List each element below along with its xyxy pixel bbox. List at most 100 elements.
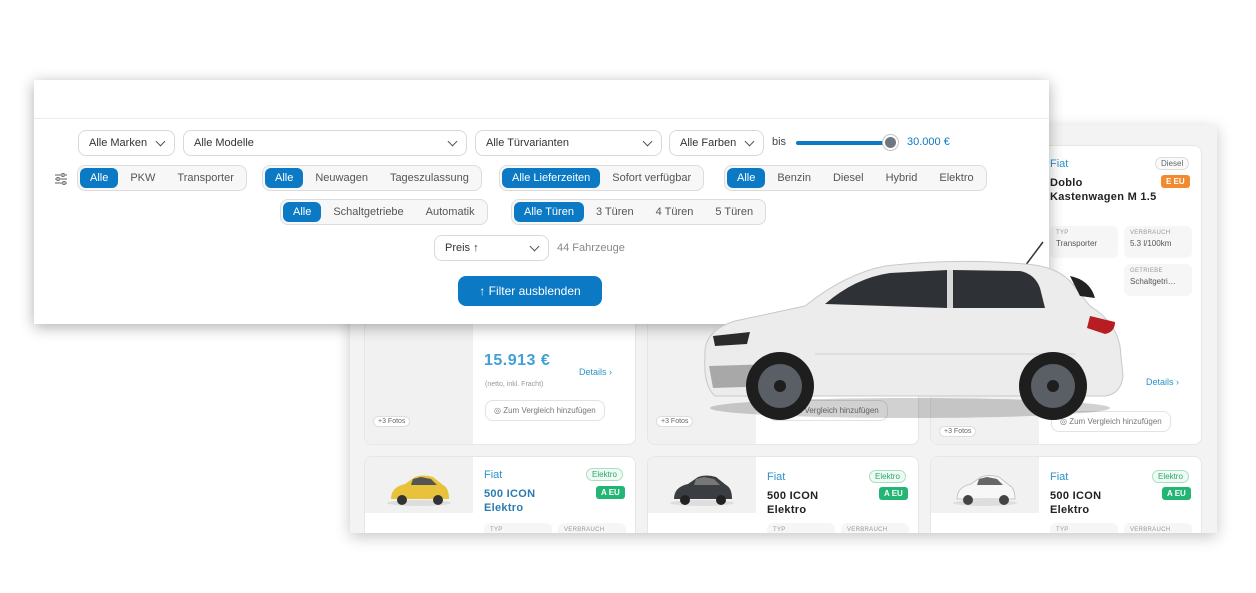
fuel-option[interactable]: Hybrid — [876, 168, 928, 188]
door-variant-select[interactable]: Alle Türvarianten — [475, 130, 662, 156]
make-select[interactable]: Alle Marken — [78, 130, 175, 156]
photo-count-badge[interactable]: +3 Fotos — [939, 426, 977, 437]
price-note: (netto, inkl. Fracht) — [485, 381, 544, 388]
eye-icon: ◎ — [494, 406, 501, 415]
details-label: Details — [579, 367, 607, 377]
spec-label: VERBRAUCH — [847, 527, 888, 533]
chevron-down-icon — [155, 136, 166, 146]
body-type-option[interactable]: Alle — [80, 168, 119, 188]
body-type-segmented: Alle PKW Transporter — [77, 165, 247, 191]
delivery-segmented: Alle Lieferzeiten Sofort verfügbar — [499, 165, 705, 191]
chevron-down-icon — [447, 136, 458, 146]
spec-value: Schaltgetri… — [1130, 277, 1176, 286]
spec-label: VERBRAUCH — [1130, 527, 1171, 533]
delivery-option[interactable]: Alle Lieferzeiten — [502, 168, 601, 188]
condition-segmented: Alle Neuwagen Tageszulassung — [262, 165, 482, 191]
color-select[interactable]: Alle Farben — [669, 130, 764, 156]
vehicle-brand: Fiat — [484, 469, 503, 481]
price-slider-thumb[interactable] — [883, 135, 898, 150]
vehicle-photo[interactable] — [648, 457, 756, 513]
spec-label: TYP — [490, 527, 503, 533]
transmission-option[interactable]: Schaltgetriebe — [323, 202, 413, 222]
fuel-type-badge: Diesel — [1155, 157, 1190, 170]
transmission-option[interactable]: Automatik — [416, 202, 485, 222]
fuel-segmented: Alle Benzin Diesel Hybrid Elektro — [724, 165, 987, 191]
vehicle-card[interactable]: Fiat Elektro A EU 500 ICON Elektro TYP V… — [647, 456, 919, 533]
spec-verbrauch: VERBRAUCH — [841, 523, 909, 533]
chevron-down-icon — [642, 136, 653, 146]
sort-select-value: Preis ↑ — [445, 242, 479, 254]
price-max-value: 30.000 € — [907, 136, 950, 148]
photo-count-badge[interactable]: +3 Fotos — [373, 416, 411, 427]
screenshot-stage: +3 Fotos PS 15.913 € (netto, inkl. Frach… — [0, 0, 1256, 593]
doors-option[interactable]: Alle Türen — [514, 202, 584, 222]
vehicle-photo[interactable] — [365, 457, 473, 513]
fuel-option[interactable]: Diesel — [823, 168, 874, 188]
chevron-down-icon — [529, 241, 540, 251]
spec-typ: TYP — [484, 523, 552, 533]
body-type-option[interactable]: PKW — [120, 168, 165, 188]
spec-label: GETRIEBE — [1130, 268, 1163, 274]
spec-verbrauch: VERBRAUCH — [558, 523, 626, 533]
spec-label: VERBRAUCH — [564, 527, 605, 533]
emission-class-badge: A EU — [1162, 487, 1191, 500]
vehicle-card[interactable]: Fiat Elektro A EU 500 ICON Elektro TYP V… — [930, 456, 1202, 533]
spec-label: TYP — [773, 527, 786, 533]
delivery-option[interactable]: Sofort verfügbar — [602, 168, 701, 188]
spec-label: VERBRAUCH — [1130, 230, 1171, 236]
door-variant-select-value: Alle Türvarianten — [486, 137, 569, 149]
fuel-option[interactable]: Elektro — [929, 168, 983, 188]
vehicle-model: 500 ICON Elektro — [1050, 490, 1102, 516]
doors-segmented: Alle Türen 3 Türen 4 Türen 5 Türen — [511, 199, 767, 225]
details-link[interactable]: Details › — [579, 367, 612, 377]
price-bis-label: bis — [772, 136, 787, 148]
filters-sliders-icon[interactable] — [54, 172, 68, 186]
condition-option[interactable]: Neuwagen — [305, 168, 378, 188]
car-thumbnail — [953, 475, 1017, 506]
fuel-option[interactable]: Alle — [727, 168, 766, 188]
vehicle-model: 500 ICON Elektro — [484, 488, 536, 514]
spec-label: TYP — [1056, 527, 1069, 533]
fuel-type-badge: Elektro — [586, 468, 623, 481]
details-link[interactable]: Details › — [1146, 377, 1179, 387]
vehicle-photo[interactable] — [931, 457, 1039, 513]
emission-class-badge: E EU — [1161, 175, 1190, 188]
add-to-compare-button[interactable]: ◎ Zum Vergleich hinzufügen — [485, 400, 605, 421]
color-select-value: Alle Farben — [680, 137, 737, 149]
vehicle-brand: Fiat — [1050, 158, 1069, 170]
model-select[interactable]: Alle Modelle — [183, 130, 467, 156]
vehicle-model: 500 ICON Elektro — [767, 490, 819, 516]
emission-class-badge: A EU — [879, 487, 908, 500]
fuel-type-badge: Elektro — [1152, 470, 1189, 483]
car-thumbnail — [387, 475, 451, 506]
doors-option[interactable]: 5 Türen — [705, 202, 763, 222]
vehicle-model: Doblo Kastenwagen M 1.5 — [1050, 177, 1157, 203]
transmission-option[interactable]: Alle — [283, 202, 322, 222]
chevron-right-icon: › — [1176, 377, 1180, 387]
spec-typ: TYP — [767, 523, 835, 533]
car-thumbnail — [670, 475, 734, 506]
chevron-right-icon: › — [609, 367, 613, 377]
spec-verbrauch: VERBRAUCH — [1124, 523, 1192, 533]
condition-option[interactable]: Tageszulassung — [380, 168, 479, 188]
spec-typ: TYP — [1050, 523, 1118, 533]
price-slider-track[interactable] — [796, 141, 890, 145]
doors-option[interactable]: 4 Türen — [646, 202, 704, 222]
fuel-option[interactable]: Benzin — [767, 168, 821, 188]
photo-count-badge[interactable]: +3 Fotos — [656, 416, 694, 427]
vehicle-brand: Fiat — [1050, 471, 1069, 483]
chevron-down-icon — [744, 136, 755, 146]
vehicle-card[interactable]: Fiat Elektro A EU 500 ICON Elektro TYP V… — [364, 456, 636, 533]
spec-value: 5.3 l/100km — [1130, 239, 1172, 248]
details-label: Details — [1146, 377, 1174, 387]
sort-select[interactable]: Preis ↑ — [434, 235, 549, 261]
doors-option[interactable]: 3 Türen — [586, 202, 644, 222]
model-select-value: Alle Modelle — [194, 137, 254, 149]
condition-option[interactable]: Alle — [265, 168, 304, 188]
vehicle-brand: Fiat — [767, 471, 786, 483]
hero-car-image — [704, 241, 1124, 420]
emission-class-badge: A EU — [596, 486, 625, 499]
hide-filters-button[interactable]: ↑ Filter ausblenden — [458, 276, 602, 306]
transmission-segmented: Alle Schaltgetriebe Automatik — [280, 199, 488, 225]
body-type-option[interactable]: Transporter — [167, 168, 243, 188]
